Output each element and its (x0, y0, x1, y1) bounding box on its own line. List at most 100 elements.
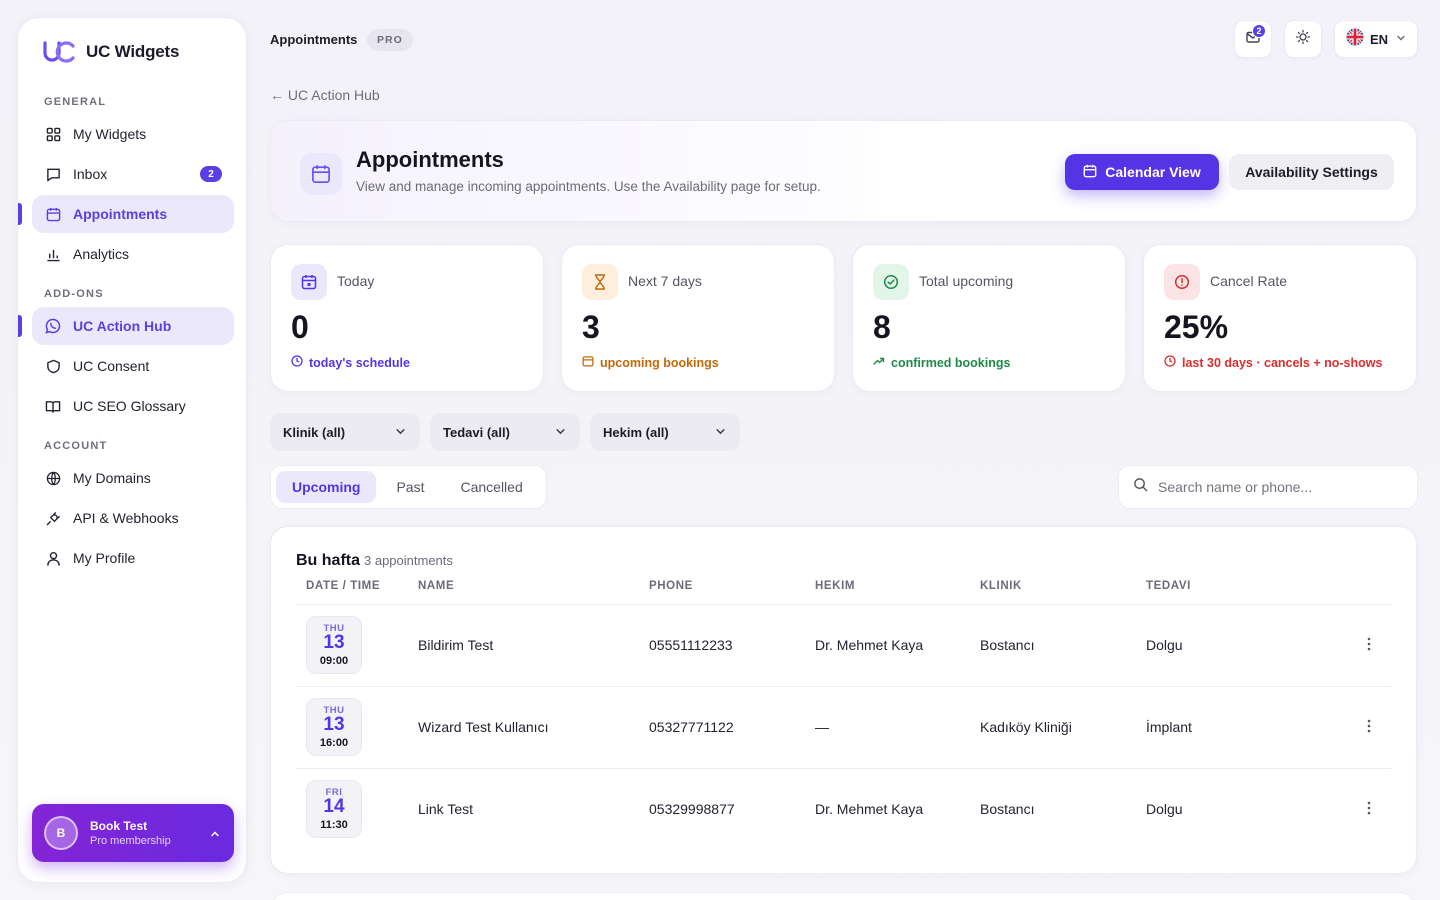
column-header-phone: PHONE (649, 580, 693, 592)
sidebar-item-inbox[interactable]: Inbox 2 (32, 155, 234, 193)
chevron-down-icon (395, 425, 406, 440)
stat-footnote: upcoming bookings (582, 355, 719, 370)
sidebar-item-label: UC SEO Glossary (73, 398, 186, 414)
sidebar-item-label: My Profile (73, 550, 136, 566)
sidebar-item-my-widgets[interactable]: My Widgets (32, 115, 234, 153)
sidebar-item-label: My Domains (73, 470, 151, 486)
whatsapp-icon (45, 318, 61, 334)
section-title-account: ACCOUNT (44, 440, 108, 452)
check-circle-icon (873, 264, 909, 300)
language-select[interactable]: EN (1334, 20, 1418, 58)
stat-footnote-text: confirmed bookings (891, 355, 1011, 370)
section-title-general: GENERAL (44, 96, 107, 108)
sidebar-item-label: UC Action Hub (73, 318, 172, 334)
more-actions-icon[interactable] (1367, 637, 1371, 656)
filter-tedavi[interactable]: Tedavi (all) (430, 413, 580, 451)
cell-name: Wizard Test Kullanıcı (418, 719, 549, 735)
tab-upcoming[interactable]: Upcoming (276, 471, 377, 503)
brand-logo[interactable]: UC Widgets (42, 40, 179, 64)
cell-hekim: — (815, 719, 829, 735)
stat-label: Cancel Rate (1210, 273, 1288, 289)
sidebar-item-api-webhooks[interactable]: API & Webhooks (32, 499, 234, 537)
date-badge: THU 13 09:00 (306, 616, 362, 674)
calendar-icon (582, 355, 594, 370)
chevron-down-icon (715, 425, 726, 440)
filter-value: Hekim (all) (603, 424, 669, 440)
search-input[interactable] (1158, 479, 1398, 495)
group-count: 3 appointments (364, 553, 453, 568)
cell-phone: 05551112233 (649, 637, 733, 653)
page-breadcrumb-title: Appointments (270, 32, 358, 47)
stat-card-today: Today 0 today's schedule (270, 244, 544, 392)
cell-phone: 05327771122 (649, 719, 734, 735)
status-tabs: Upcoming Past Cancelled (270, 465, 547, 509)
hourglass-icon (582, 264, 618, 300)
sidebar-item-uc-action-hub[interactable]: UC Action Hub (18, 307, 234, 345)
group-title: Bu hafta (296, 552, 360, 569)
user-icon (45, 550, 61, 566)
cell-hekim: Dr. Mehmet Kaya (815, 637, 924, 653)
book-icon (45, 398, 61, 414)
calendar-icon (291, 264, 327, 300)
page-subtitle: View and manage incoming appointments. U… (356, 179, 821, 194)
stat-footnote-text: last 30 days · cancels + no-shows (1182, 355, 1383, 370)
notifications-button[interactable]: 2 (1234, 20, 1272, 58)
stat-label: Next 7 days (628, 273, 702, 289)
cell-tedavi: İmplant (1146, 719, 1192, 735)
brand-name: UC Widgets (86, 42, 180, 61)
shield-icon (45, 358, 61, 374)
cell-klinik: Kadıköy Kliniği (980, 719, 1072, 735)
table-row[interactable]: FRI 14 11:30 Link Test 05329998877 Dr. M… (296, 769, 1391, 851)
grid-icon (45, 126, 61, 142)
search-box (1118, 465, 1418, 509)
user-menu[interactable]: B Book Test Pro membership (32, 804, 234, 862)
stat-footnote: today's schedule (291, 355, 410, 370)
more-actions-icon[interactable] (1367, 719, 1371, 738)
tab-cancelled[interactable]: Cancelled (444, 471, 538, 503)
filter-value: Klinik (all) (283, 424, 346, 440)
search-icon (1133, 477, 1148, 497)
stat-footnote: confirmed bookings (873, 355, 1010, 370)
column-header-name: NAME (418, 580, 455, 592)
more-actions-icon[interactable] (1367, 801, 1371, 820)
stat-label: Today (337, 273, 375, 289)
stat-label: Total upcoming (919, 273, 1014, 289)
pro-badge: PRO (367, 29, 413, 51)
sidebar: UC Widgets GENERAL My Widgets Inbox 2 Ap… (17, 17, 247, 883)
sidebar-item-uc-consent[interactable]: UC Consent (32, 347, 234, 385)
sidebar-item-label: Analytics (73, 246, 130, 262)
trending-up-icon (873, 355, 885, 370)
availability-settings-button[interactable]: Availability Settings (1229, 154, 1394, 190)
day-number: 13 (323, 632, 345, 653)
chevron-down-icon (1396, 30, 1406, 48)
date-badge: FRI 14 11:30 (306, 780, 362, 838)
chevron-down-icon (555, 425, 566, 440)
column-header-hekim: HEKIM (815, 580, 856, 592)
sidebar-item-my-domains[interactable]: My Domains (32, 459, 234, 497)
sidebar-item-uc-seo-glossary[interactable]: UC SEO Glossary (32, 387, 234, 425)
sidebar-item-label: Appointments (73, 206, 168, 222)
back-link[interactable]: ← UC Action Hub (270, 87, 380, 103)
sidebar-item-analytics[interactable]: Analytics (32, 235, 234, 273)
filter-hekim[interactable]: Hekim (all) (590, 413, 740, 451)
tab-past[interactable]: Past (380, 471, 440, 503)
stat-value: 25% (1164, 309, 1229, 345)
appointment-time: 09:00 (319, 655, 349, 667)
table-row[interactable]: THU 13 16:00 Wizard Test Kullanıcı 05327… (296, 687, 1391, 769)
column-header-date-time: DATE / TIME (306, 580, 381, 592)
alert-circle-icon (1164, 264, 1200, 300)
page-title: Appointments (356, 147, 504, 172)
cell-name: Bildirim Test (418, 637, 494, 653)
section-title-add-ons: ADD-ONS (44, 288, 104, 300)
theme-toggle-button[interactable] (1284, 20, 1322, 58)
table-row[interactable]: THU 13 09:00 Bildirim Test 05551112233 D… (296, 605, 1391, 687)
calendar-view-button[interactable]: Calendar View (1065, 154, 1219, 190)
sidebar-item-my-profile[interactable]: My Profile (32, 539, 234, 577)
column-header-tedavi: TEDAVI (1146, 580, 1191, 592)
day-number: 14 (323, 796, 345, 817)
stat-card-next-7-days: Next 7 days 3 upcoming bookings (561, 244, 835, 392)
sidebar-item-appointments[interactable]: Appointments (18, 195, 234, 233)
group-header: Bu hafta 3 appointments (296, 552, 453, 570)
calendar-icon (45, 206, 61, 222)
filter-klinik[interactable]: Klinik (all) (270, 413, 420, 451)
